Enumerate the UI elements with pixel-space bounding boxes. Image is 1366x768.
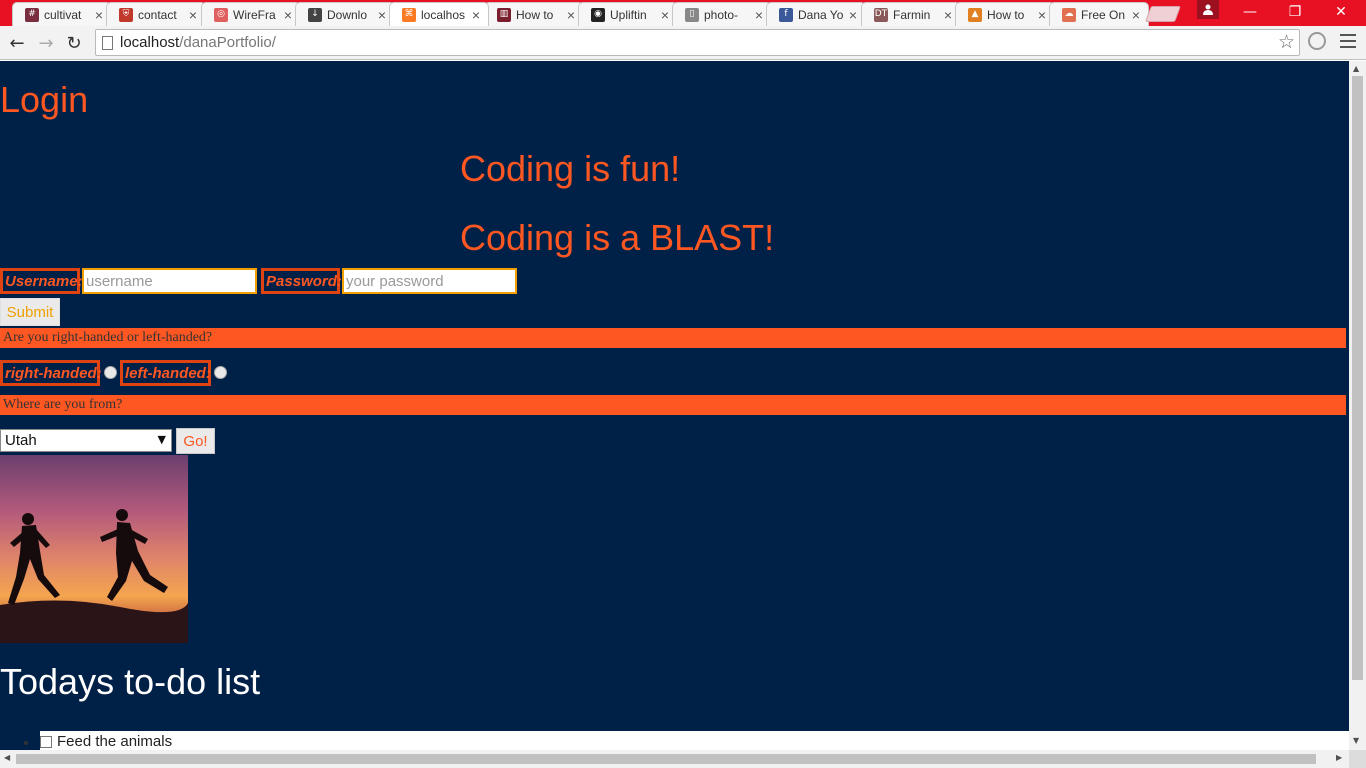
submit-button[interactable]: Submit	[0, 298, 60, 326]
tab-close-icon[interactable]: ×	[1036, 8, 1048, 22]
tab-title: cultivat	[44, 7, 82, 22]
tab-close-icon[interactable]: ×	[470, 8, 482, 22]
browser-toolbar: ← → ↻ localhost/danaPortfolio/ ☆	[0, 26, 1366, 60]
tab-title: WireFra	[233, 7, 276, 22]
vertical-scrollbar[interactable]: ▲ ▼	[1349, 61, 1366, 750]
back-icon[interactable]: ←	[6, 32, 28, 54]
password-label: Password:	[261, 268, 342, 294]
slogan-fun: Coding is fun!	[460, 148, 681, 189]
todo-item: Feed the animals	[40, 733, 172, 750]
shield-icon: ⛨	[119, 7, 133, 22]
browser-tab[interactable]: ▥ How to ×	[484, 2, 584, 26]
cloud-icon: ☁	[1062, 7, 1076, 22]
todo-item-label: Feed the animals	[57, 733, 173, 750]
todo-list	[40, 731, 1349, 750]
url-text: localhost/danaPortfolio/	[120, 34, 276, 51]
scroll-up-icon[interactable]: ▲	[1353, 64, 1359, 73]
tab-title: How to	[987, 7, 1025, 22]
tab-title: localhos	[421, 7, 466, 22]
download-icon: ↓	[308, 7, 322, 22]
new-tab-button[interactable]	[1145, 6, 1181, 22]
page-title: Login	[0, 79, 89, 120]
profile-icon[interactable]	[1197, 0, 1219, 19]
tab-title: Dana Yo	[798, 7, 844, 22]
scroll-right-icon[interactable]: ▶	[1336, 753, 1342, 762]
scroll-left-icon[interactable]: ◀	[4, 753, 10, 762]
dt-icon: DT	[874, 7, 888, 22]
browser-tab[interactable]: ▲ How to ×	[955, 2, 1055, 26]
username-input[interactable]: username	[82, 268, 257, 294]
todo-heading: Todays to-do list	[0, 661, 261, 702]
state-select[interactable]: Utah ▼	[0, 429, 172, 452]
browser-tab[interactable]: DT Farmin ×	[861, 2, 961, 26]
page-viewport: Login Coding is fun! Coding is a BLAST! …	[0, 61, 1349, 750]
hand-question: Are you right-handed or left-handed?	[0, 328, 1346, 348]
page-icon	[102, 36, 113, 50]
hash-icon: #	[25, 7, 39, 22]
browser-tab[interactable]: f Dana Yo ×	[766, 2, 866, 26]
state-select-value: Utah	[5, 432, 37, 449]
tab-close-icon[interactable]: ×	[565, 8, 577, 22]
tab-title: contact	[138, 7, 177, 22]
scrollbar-thumb[interactable]	[1352, 76, 1363, 680]
reload-icon[interactable]: ↻	[63, 32, 85, 54]
bookmark-star-icon[interactable]: ☆	[1278, 31, 1295, 53]
trello-icon: ▥	[497, 7, 511, 22]
origin-question: Where are you from?	[0, 395, 1346, 415]
password-input[interactable]: your password	[342, 268, 517, 294]
browser-tab[interactable]: ↓ Downlo ×	[295, 2, 395, 26]
horizontal-scrollbar[interactable]: ◀ ▶	[0, 750, 1349, 768]
browser-tab[interactable]: ▯ photo- ×	[672, 2, 772, 26]
tab-title: Downlo	[327, 7, 368, 22]
browser-tab[interactable]: ☁ Free On ×	[1049, 2, 1149, 26]
wireframe-icon: ◎	[214, 7, 228, 22]
list-bullet	[24, 741, 28, 745]
username-label: Username:	[0, 268, 83, 294]
browser-tab[interactable]: ◉ Upliftin ×	[578, 2, 678, 26]
tab-close-icon[interactable]: ×	[376, 8, 388, 22]
forward-icon[interactable]: →	[35, 32, 57, 54]
camera-icon: ◉	[591, 7, 605, 22]
runners-photo	[0, 455, 188, 643]
page-icon: ▯	[685, 7, 699, 22]
menu-icon[interactable]	[1340, 34, 1356, 48]
extension-icon[interactable]	[1308, 32, 1326, 50]
slogan-blast: Coding is a BLAST!	[460, 217, 775, 258]
restore-icon[interactable]: ❐	[1272, 0, 1318, 24]
left-handed-radio[interactable]	[214, 366, 227, 379]
right-handed-label: right-handed:	[0, 360, 102, 386]
tab-close-icon[interactable]: ×	[753, 8, 765, 22]
tab-close-icon[interactable]: ×	[282, 8, 294, 22]
scroll-down-icon[interactable]: ▼	[1353, 736, 1359, 745]
address-bar[interactable]: localhost/danaPortfolio/ ☆	[95, 29, 1300, 56]
todo-checkbox[interactable]	[40, 735, 52, 748]
tab-close-icon[interactable]: ×	[659, 8, 671, 22]
tab-close-icon[interactable]: ×	[942, 8, 954, 22]
tab-strip: # cultivat × ⛨ contact × ◎ WireFra × ↓ Downlo × ⌘ loc…	[0, 0, 1366, 26]
tab-close-icon[interactable]: ×	[847, 8, 859, 22]
tab-title: Free On	[1081, 7, 1126, 22]
left-handed-label: left-handed:	[120, 360, 211, 386]
facebook-icon: f	[779, 7, 793, 22]
tab-close-icon[interactable]: ×	[93, 8, 105, 22]
browser-tab[interactable]: # cultivat ×	[12, 2, 112, 26]
tab-close-icon[interactable]: ×	[1130, 8, 1142, 22]
scrollbar-corner	[1349, 750, 1366, 768]
chevron-down-icon: ▼	[157, 433, 166, 446]
right-handed-radio[interactable]	[104, 366, 117, 379]
go-button[interactable]: Go!	[176, 428, 215, 454]
tab-title: photo-	[704, 7, 739, 22]
tab-title: Farmin	[893, 7, 931, 22]
xampp-icon: ⌘	[402, 7, 416, 22]
browser-tab[interactable]: ◎ WireFra ×	[201, 2, 301, 26]
tab-title: How to	[516, 7, 554, 22]
tutorial-icon: ▲	[968, 7, 982, 22]
tab-title: Upliftin	[610, 7, 647, 22]
close-window-icon[interactable]: ✕	[1318, 0, 1364, 24]
tab-close-icon[interactable]: ×	[187, 8, 199, 22]
browser-tab[interactable]: ⌘ localhos ×	[389, 2, 489, 26]
browser-tab[interactable]: ⛨ contact ×	[106, 2, 206, 26]
minimize-icon[interactable]: —	[1227, 0, 1273, 24]
scrollbar-thumb[interactable]	[16, 754, 1316, 764]
